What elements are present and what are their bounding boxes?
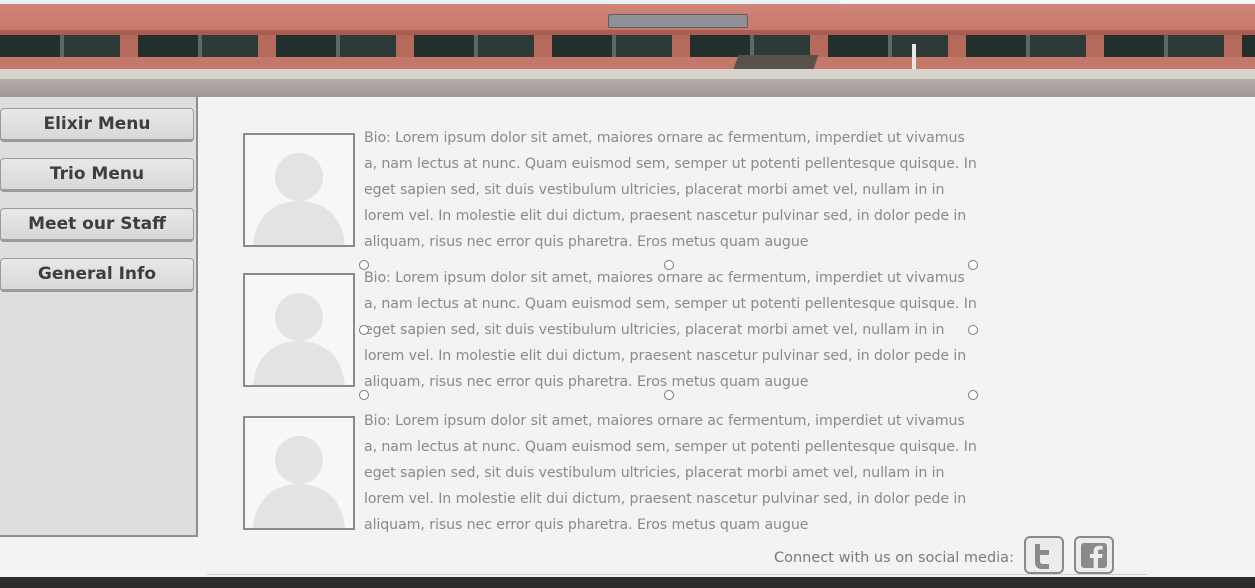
- resize-handle[interactable]: [968, 260, 978, 270]
- staff-card: Bio: Lorem ipsum dolor sit amet, maiores…: [243, 130, 983, 250]
- storefront-sign: [608, 14, 748, 28]
- person-placeholder-icon: [243, 133, 355, 247]
- footer-bar: [0, 577, 1255, 588]
- resize-handle[interactable]: [359, 260, 369, 270]
- person-placeholder-icon: [243, 416, 355, 530]
- staff-bio: Bio: Lorem ipsum dolor sit amet, maiores…: [364, 130, 977, 250]
- trio-menu-button[interactable]: Trio Menu: [0, 158, 194, 192]
- resize-handle[interactable]: [359, 390, 369, 400]
- footer-divider: [207, 574, 1147, 575]
- header-banner-image: [0, 0, 1255, 97]
- resize-handle[interactable]: [664, 260, 674, 270]
- resize-handle[interactable]: [968, 390, 978, 400]
- elixir-menu-button[interactable]: Elixir Menu: [0, 108, 194, 142]
- staff-card: Bio: Lorem ipsum dolor sit amet, maiores…: [243, 413, 983, 533]
- staff-bio: Bio: Lorem ipsum dolor sit amet, maiores…: [364, 270, 977, 390]
- resize-handle[interactable]: [359, 325, 369, 335]
- staff-bio: Bio: Lorem ipsum dolor sit amet, maiores…: [364, 413, 977, 533]
- facebook-icon[interactable]: [1074, 536, 1114, 574]
- resize-handle[interactable]: [664, 390, 674, 400]
- resize-handle[interactable]: [968, 325, 978, 335]
- meet-our-staff-button[interactable]: Meet our Staff: [0, 208, 194, 242]
- staff-card: Bio: Lorem ipsum dolor sit amet, maiores…: [243, 270, 983, 390]
- sidebar-nav: Elixir Menu Trio Menu Meet our Staff Gen…: [0, 97, 198, 537]
- social-media-label: Connect with us on social media:: [774, 550, 1014, 566]
- person-placeholder-icon: [243, 273, 355, 387]
- twitter-icon[interactable]: [1024, 536, 1064, 574]
- general-info-button[interactable]: General Info: [0, 258, 194, 292]
